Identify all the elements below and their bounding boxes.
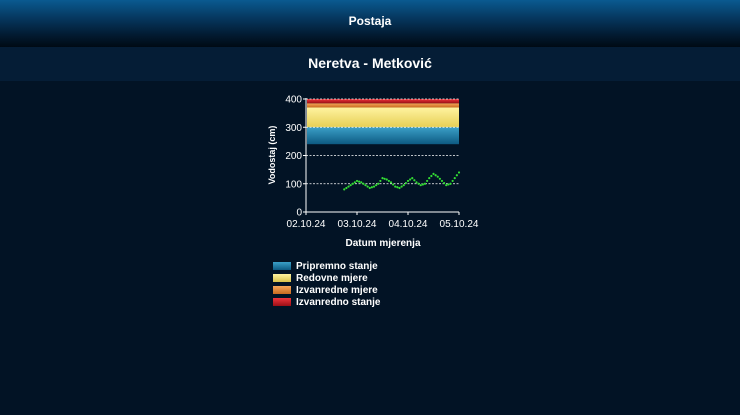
data-point-interp xyxy=(413,179,416,182)
data-point xyxy=(381,177,384,180)
x-tick-label: 03.10.24 xyxy=(338,219,377,230)
data-point xyxy=(457,171,461,174)
legend-swatch-redovne xyxy=(273,274,291,282)
data-point xyxy=(394,185,397,188)
x-tick-label: 05.10.24 xyxy=(440,219,479,230)
data-point-interp xyxy=(451,179,454,183)
x-tick-labels: 02.10.24 03.10.24 04.10.24 05.10.24 xyxy=(287,219,479,230)
data-point xyxy=(364,184,367,187)
chart-legend: Pripremno stanje Redovne mjere Izvanredn… xyxy=(273,260,380,308)
legend-item-izvanredne-mjere: Izvanredne mjere xyxy=(273,284,380,296)
data-point xyxy=(406,179,410,183)
data-point xyxy=(423,182,427,185)
data-point-interp xyxy=(404,181,407,185)
band-izvanredno-stanje xyxy=(307,99,459,104)
data-point xyxy=(385,178,388,181)
band-redovne-mjere xyxy=(307,107,459,128)
data-point xyxy=(355,179,359,183)
data-point xyxy=(389,181,393,184)
data-point xyxy=(351,182,354,185)
data-point-interp xyxy=(447,183,450,186)
data-point xyxy=(436,175,439,178)
data-point xyxy=(411,177,414,180)
legend-label: Izvanredno stanje xyxy=(296,296,381,308)
data-point-interp xyxy=(443,181,446,185)
data-point xyxy=(402,184,405,187)
data-point-interp xyxy=(392,183,395,186)
y-tick-label: 200 xyxy=(285,151,302,162)
y-tick-labels: 0 100 200 300 400 xyxy=(285,95,302,219)
data-point xyxy=(419,184,422,187)
legend-label: Pripremno stanje xyxy=(296,260,378,272)
x-axis-label: Datum mjerenja xyxy=(345,238,420,249)
legend-item-redovne: Redovne mjere xyxy=(273,272,380,284)
water-level-chart: 0 100 200 300 400 02.10.24 03.10.24 04.10.24 05… xyxy=(267,95,479,250)
data-point-interp xyxy=(430,174,433,178)
data-point xyxy=(368,186,371,190)
data-point xyxy=(347,185,350,188)
data-point-interp xyxy=(366,185,369,188)
data-point xyxy=(377,182,380,185)
data-point-interp xyxy=(455,174,458,177)
data-point xyxy=(445,184,448,187)
data-point-interp xyxy=(383,177,386,180)
data-point-interp xyxy=(379,179,382,183)
data-point-interp xyxy=(438,177,441,180)
x-tick-label: 04.10.24 xyxy=(389,219,428,230)
legend-item-pripremno: Pripremno stanje xyxy=(273,260,380,272)
data-point-interp xyxy=(421,183,424,186)
data-point-interp xyxy=(400,185,403,188)
data-point-interp xyxy=(396,186,399,189)
data-point xyxy=(428,177,431,180)
data-point xyxy=(360,181,363,184)
y-tick-label: 400 xyxy=(285,95,302,106)
data-point-interp xyxy=(345,186,348,190)
y-axis-label: Vodostaj (cm) xyxy=(267,126,277,185)
data-point-interp xyxy=(353,181,356,184)
legend-swatch-izvanredne-mjere xyxy=(273,286,291,294)
legend-item-izvanredno-stanje: Izvanredno stanje xyxy=(273,296,380,308)
data-point xyxy=(343,188,346,191)
data-point xyxy=(372,185,376,188)
data-point xyxy=(449,182,452,185)
series-points xyxy=(343,171,461,191)
data-point-interp xyxy=(349,184,352,187)
data-point xyxy=(440,179,444,183)
y-tick-label: 100 xyxy=(285,179,302,190)
data-point-interp xyxy=(387,179,390,183)
y-tick-label: 0 xyxy=(296,208,302,219)
data-point xyxy=(432,172,435,175)
data-point-interp xyxy=(434,174,437,177)
data-point-interp xyxy=(362,182,365,185)
data-point-interp xyxy=(409,178,412,181)
legend-swatch-izvanredno-stanje xyxy=(273,298,291,306)
legend-swatch-pripremno xyxy=(273,262,291,270)
band-pripremno-stanje xyxy=(307,127,459,145)
data-point-interp xyxy=(358,180,361,183)
band-izvanredne-mjere xyxy=(307,103,459,108)
data-point-interp xyxy=(426,179,429,183)
data-point xyxy=(453,177,456,180)
threshold-bands xyxy=(307,99,459,145)
data-point xyxy=(398,186,401,190)
x-tick-label: 02.10.24 xyxy=(287,219,326,230)
data-point-interp xyxy=(417,182,420,185)
data-point-interp xyxy=(375,184,378,187)
legend-label: Izvanredne mjere xyxy=(296,284,378,296)
data-point-interp xyxy=(370,186,373,189)
data-point xyxy=(415,181,418,184)
legend-label: Redovne mjere xyxy=(296,272,368,284)
y-tick-label: 300 xyxy=(285,123,302,134)
